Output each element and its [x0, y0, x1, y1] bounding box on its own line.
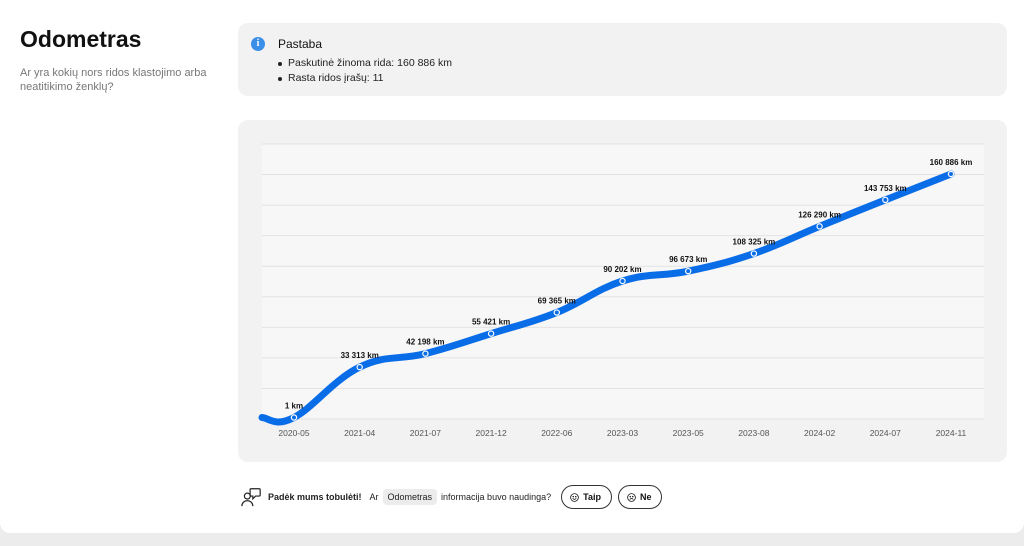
data-point [750, 250, 758, 257]
feedback-yes-button[interactable]: Taip [561, 485, 612, 509]
chat-person-icon [241, 488, 261, 507]
data-label: 69 365 km [538, 297, 576, 306]
feedback-yes-label: Taip [583, 492, 601, 502]
data-label: 1 km [285, 401, 303, 410]
feedback-prompt-bold: Padėk mums tobulėti! [268, 492, 362, 502]
note-list: Paskutinė žinoma rida: 160 886 km Rasta … [278, 56, 452, 86]
mileage-chart: 1 km 2020-05 33 313 km 2021-04 42 198 km 2021… [258, 143, 984, 438]
feedback-prompt-pre: Ar [369, 492, 379, 502]
note-title: Pastaba [278, 37, 323, 51]
data-label: 33 313 km [341, 351, 379, 360]
feedback-no-button[interactable]: Ne [617, 485, 663, 509]
data-point [947, 170, 955, 178]
x-tick-label: 2022-06 [541, 428, 572, 438]
data-point [882, 196, 889, 204]
odometer-section: Odometras Ar yra kokių nors ridos klasto… [0, 0, 1024, 533]
x-tick-label: 2021-04 [344, 428, 375, 438]
data-point [685, 267, 692, 275]
data-point [619, 277, 626, 285]
data-label: 126 290 km [798, 210, 841, 219]
x-tick-label: 2024-02 [804, 428, 835, 438]
x-tick-label: 2024-07 [870, 428, 901, 438]
data-label: 108 325 km [733, 238, 776, 247]
data-point [816, 223, 823, 230]
data-point [290, 414, 298, 421]
note-item-last-mileage: Paskutinė žinoma rida: 160 886 km [278, 56, 452, 71]
x-tick-label: 2023-08 [738, 428, 769, 438]
data-label: 143 753 km [864, 184, 907, 193]
x-tick-label: 2021-12 [475, 428, 506, 438]
data-point [553, 309, 560, 316]
data-point [487, 330, 495, 337]
data-label: 96 673 km [669, 255, 707, 264]
x-tick-label: 2020-05 [278, 428, 309, 438]
data-label: 160 886 km [930, 158, 973, 167]
x-tick-label: 2023-05 [673, 428, 704, 438]
note-box: i Pastaba Paskutinė žinoma rida: 160 886… [238, 23, 1007, 96]
data-label: 55 421 km [472, 318, 510, 327]
page-title: Odometras [20, 26, 142, 52]
x-tick-label: 2024-11 [936, 428, 967, 438]
feedback-prompt-post: informacija buvo naudinga? [441, 492, 552, 502]
feedback-bar: Padėk mums tobulėti! Ar Odometras inform… [240, 484, 663, 510]
mileage-chart-card: 1 km 2020-05 33 313 km 2021-04 42 198 km 2021… [238, 120, 1007, 462]
note-item-records-count: Rasta ridos įrašų: 11 [278, 71, 452, 86]
data-point [356, 363, 363, 371]
feedback-section-tag: Odometras [382, 489, 438, 505]
smile-icon [570, 492, 579, 502]
data-point [422, 350, 429, 357]
feedback-no-label: Ne [639, 492, 652, 502]
info-icon: i [251, 37, 265, 51]
data-label: 42 198 km [406, 338, 444, 347]
frown-icon [627, 492, 636, 502]
data-label: 90 202 km [603, 265, 641, 274]
x-tick-label: 2021-07 [410, 428, 441, 438]
page-description: Ar yra kokių nors ridos klastojimo arba … [20, 67, 207, 93]
x-tick-label: 2023-03 [607, 428, 638, 438]
